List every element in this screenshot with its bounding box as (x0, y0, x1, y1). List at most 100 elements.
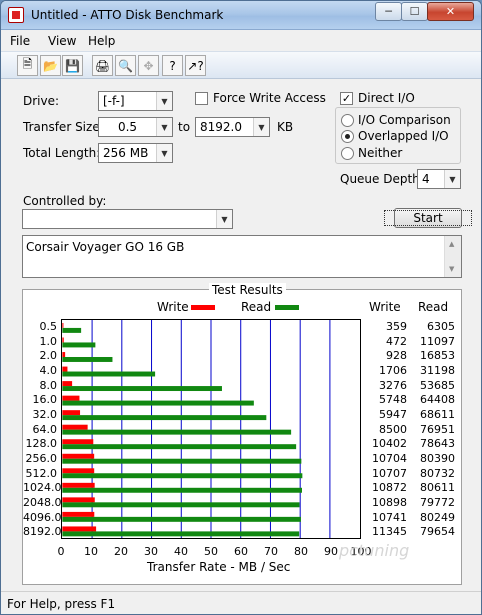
transfer-size-row-label: 32.0 (32, 408, 58, 421)
transfer-size-row-label: 0.5 (39, 320, 58, 333)
write-value: 3276 (379, 378, 407, 392)
write-bar (62, 352, 66, 357)
scroll-down-icon[interactable]: ▼ (449, 265, 454, 273)
chevron-down-icon: ▼ (216, 210, 232, 228)
transfer-from-value: 0.5 (117, 120, 138, 134)
start-button[interactable]: Start (384, 208, 472, 228)
transfer-size-row-label: 512.0 (25, 466, 58, 480)
read-bar (62, 371, 156, 377)
description-scrollbar[interactable]: ▲ ▼ (444, 236, 461, 277)
read-bar (62, 502, 300, 508)
description-text: Corsair Voyager GO 16 GB (26, 240, 185, 254)
read-bar (62, 458, 302, 464)
read-bar (62, 444, 297, 450)
x-axis-label: Transfer Rate - MB / Sec (147, 560, 291, 574)
read-value: 53685 (420, 378, 455, 392)
drive-select[interactable]: [-f-] ▼ (98, 91, 173, 111)
legend-read-label: Read (241, 300, 272, 314)
to-label: to (178, 120, 191, 134)
transfer-to-select[interactable]: 8192.0 ▼ (195, 117, 270, 137)
legend-write-swatch (191, 305, 215, 310)
neither-radio[interactable] (341, 147, 354, 160)
minimize-button[interactable]: ─ (375, 2, 402, 21)
write-bar (62, 439, 94, 445)
chevron-down-icon: ▼ (156, 92, 172, 110)
drive-value: [-f-] (103, 94, 125, 108)
read-bar (62, 531, 300, 537)
help-icon[interactable]: ? (162, 55, 183, 76)
read-value: 31198 (420, 364, 455, 377)
read-value: 79772 (420, 496, 455, 509)
transfer-size-row-label: 2.0 (39, 349, 58, 363)
scroll-up-icon[interactable]: ▲ (449, 240, 454, 248)
controlled-by-select[interactable]: ▼ (22, 209, 233, 229)
controlled-by-label: Controlled by: (23, 194, 107, 208)
write-value: 10741 (372, 510, 407, 524)
x-tick-label: 10 (84, 545, 98, 558)
new-icon[interactable]: 🗎 (17, 55, 38, 76)
read-bar (62, 342, 96, 348)
force-write-checkbox[interactable] (195, 92, 208, 105)
menu-bar: File View Help (1, 30, 481, 51)
write-value: 11345 (372, 525, 407, 539)
write-value: 10872 (372, 481, 407, 495)
transfer-to-value: 8192.0 (200, 120, 242, 134)
x-tick-label: 40 (174, 545, 188, 558)
queue-depth-value: 4 (422, 172, 430, 186)
print-preview-icon[interactable]: 🔍 (115, 55, 136, 76)
write-bar (62, 322, 64, 328)
read-value: 80249 (420, 510, 455, 524)
menu-file[interactable]: File (10, 34, 30, 48)
overlapped-io-label: Overlapped I/O (358, 129, 449, 143)
transfer-from-select[interactable]: 0.5 ▼ (98, 117, 173, 137)
read-value: 68611 (420, 408, 455, 421)
chevron-down-icon: ▼ (444, 170, 460, 188)
io-comparison-radio[interactable] (341, 114, 354, 127)
write-value: 10402 (372, 437, 407, 451)
maximize-button[interactable]: ☐ (401, 2, 428, 21)
read-bar (62, 356, 113, 362)
read-bar (62, 429, 292, 435)
transfer-size-row-label: 64.0 (32, 422, 58, 436)
read-bar (62, 400, 254, 406)
io-comparison-label: I/O Comparison (358, 113, 451, 127)
read-value: 11097 (420, 334, 455, 348)
read-bar (62, 516, 301, 522)
chevron-down-icon: ▼ (156, 118, 172, 136)
toolbar: 🗎 📂 💾 🖨 🔍 ✥ ? ↗? (1, 51, 481, 79)
direct-io-checkbox[interactable]: ✓ (340, 92, 353, 105)
context-help-icon[interactable]: ↗? (185, 55, 206, 76)
transfer-size-row-label: 256.0 (25, 452, 58, 465)
x-tick-label: 80 (294, 545, 308, 558)
total-length-label: Total Length: (23, 146, 101, 160)
overlapped-io-radio[interactable] (341, 130, 354, 143)
write-value: 10898 (372, 496, 407, 509)
transfer-size-row-label: 128.0 (25, 437, 58, 451)
save-icon[interactable]: 💾 (62, 55, 83, 76)
description-textarea[interactable]: Corsair Voyager GO 16 GB ▲ ▼ (22, 235, 462, 278)
queue-depth-label: Queue Depth: (340, 172, 424, 186)
move-icon: ✥ (138, 55, 159, 76)
chevron-down-icon: ▼ (253, 118, 269, 136)
read-bar (62, 386, 222, 392)
menu-view[interactable]: View (48, 34, 76, 48)
x-tick-label: 60 (234, 545, 248, 558)
transfer-size-row-label: 4.0 (39, 364, 58, 377)
read-value: 76951 (420, 422, 455, 436)
total-length-select[interactable]: 256 MB ▼ (98, 143, 173, 163)
window-title: Untitled - ATTO Disk Benchmark (31, 8, 224, 22)
queue-depth-select[interactable]: 4 ▼ (417, 169, 461, 189)
close-button[interactable]: ✕ (427, 2, 474, 21)
read-value: 64408 (420, 393, 455, 407)
write-value: 1706 (379, 364, 407, 377)
transfer-size-row-label: 8.0 (39, 378, 58, 392)
watermark: pctuning (339, 541, 410, 560)
drive-label: Drive: (23, 94, 60, 108)
direct-io-label: Direct I/O (358, 91, 415, 105)
title-bar: Untitled - ATTO Disk Benchmark ─ ☐ ✕ (1, 1, 481, 30)
print-icon[interactable]: 🖨 (92, 55, 113, 76)
transfer-size-row-label: 1024.0 (23, 481, 62, 495)
menu-help[interactable]: Help (88, 34, 115, 48)
open-icon[interactable]: 📂 (40, 55, 61, 76)
x-tick-label: 0 (57, 545, 65, 558)
